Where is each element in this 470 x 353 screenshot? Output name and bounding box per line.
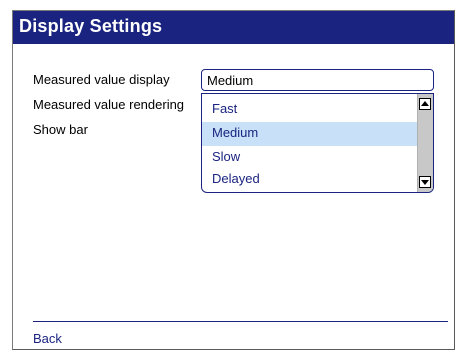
option-fast[interactable]: Fast [202, 98, 417, 122]
option-medium[interactable]: Medium [202, 122, 417, 146]
dropdown-scrollbar[interactable] [417, 94, 433, 192]
footer-divider [33, 321, 448, 322]
measured-value-display-label: Measured value display [33, 72, 170, 87]
show-bar-label: Show bar [33, 122, 88, 137]
title-bar: Display Settings [13, 11, 454, 44]
measured-value-rendering-label: Measured value rendering [33, 97, 185, 112]
window-title: Display Settings [19, 16, 163, 36]
dropdown-list: Fast Medium Slow Delayed [201, 93, 434, 193]
settings-window: Display Settings Measured value display … [12, 10, 455, 350]
arrow-up-icon [421, 101, 429, 106]
option-slow[interactable]: Slow [202, 146, 417, 170]
combo-current-value: Medium [207, 73, 254, 88]
option-delayed[interactable]: Delayed [202, 168, 417, 192]
scroll-down-button[interactable] [419, 176, 431, 188]
measured-value-display-combo[interactable]: Medium [201, 69, 434, 91]
arrow-down-icon [421, 180, 429, 185]
back-button[interactable]: Back [33, 331, 62, 346]
scroll-up-button[interactable] [419, 98, 431, 110]
